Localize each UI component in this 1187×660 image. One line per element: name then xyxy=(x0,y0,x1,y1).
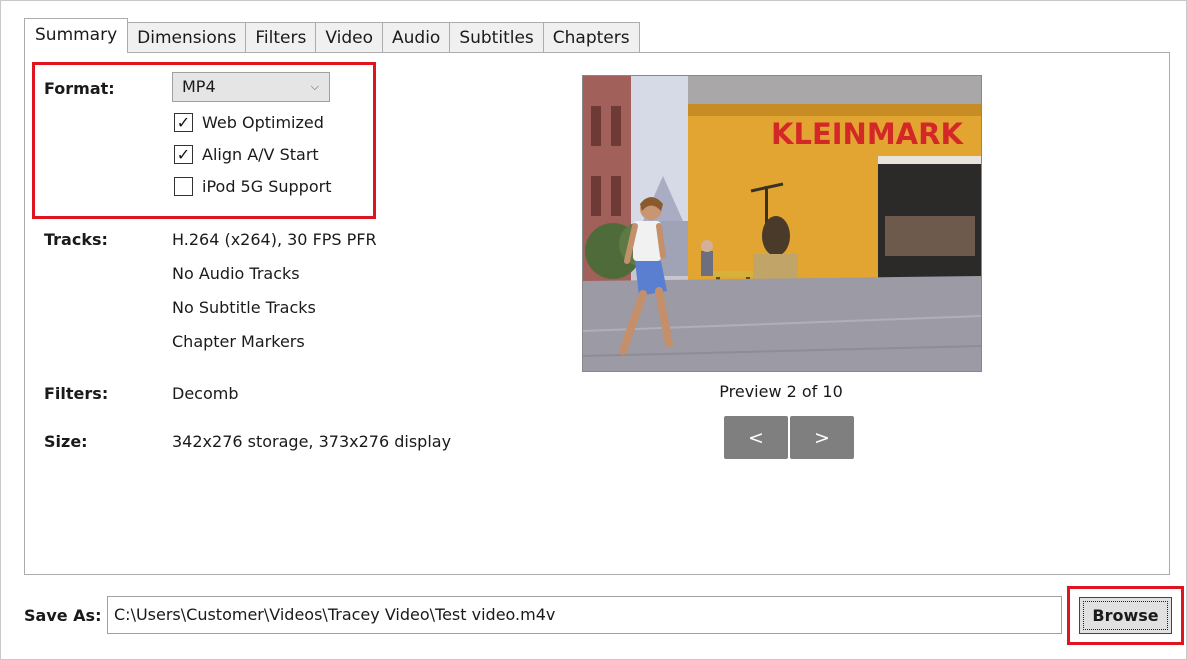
tab-filters[interactable]: Filters xyxy=(245,22,317,53)
align-av-option[interactable]: ✓ Align A/V Start xyxy=(174,145,319,164)
format-select-value: MP4 xyxy=(182,77,216,96)
kleinmark-sign: KLEINMARK xyxy=(771,117,964,151)
tab-strip: Summary Dimensions Filters Video Audio S… xyxy=(24,18,640,53)
tab-audio[interactable]: Audio xyxy=(382,22,451,53)
track-item: No Subtitle Tracks xyxy=(172,298,316,317)
align-av-checkbox[interactable]: ✓ xyxy=(174,145,193,164)
focus-ring xyxy=(1083,601,1168,630)
tab-subtitles[interactable]: Subtitles xyxy=(449,22,544,53)
filters-value: Decomb xyxy=(172,384,239,403)
tab-video[interactable]: Video xyxy=(315,22,383,53)
format-label: Format: xyxy=(44,79,115,98)
next-preview-button[interactable]: > xyxy=(790,416,854,459)
previous-preview-button[interactable]: < xyxy=(724,416,788,459)
track-item: H.264 (x264), 30 FPS PFR xyxy=(172,230,377,249)
tab-summary[interactable]: Summary xyxy=(24,18,129,53)
preview-caption: Preview 2 of 10 xyxy=(719,382,843,401)
align-av-label: Align A/V Start xyxy=(202,145,319,164)
filters-label: Filters: xyxy=(44,384,109,403)
tracks-label: Tracks: xyxy=(44,230,108,249)
track-item: Chapter Markers xyxy=(172,332,305,351)
ipod-option[interactable]: iPod 5G Support xyxy=(174,177,331,196)
browse-button[interactable]: Browse xyxy=(1079,597,1172,634)
tab-chapters[interactable]: Chapters xyxy=(542,22,640,53)
ipod-checkbox[interactable] xyxy=(174,177,193,196)
size-value: 342x276 storage, 373x276 display xyxy=(172,432,452,451)
track-item: No Audio Tracks xyxy=(172,264,300,283)
ipod-label: iPod 5G Support xyxy=(202,177,332,196)
save-as-label: Save As: xyxy=(24,606,102,625)
tab-dimensions[interactable]: Dimensions xyxy=(127,22,247,53)
web-optimized-checkbox[interactable]: ✓ xyxy=(174,113,193,132)
chevron-down-icon: ⌵ xyxy=(310,80,319,93)
web-optimized-label: Web Optimized xyxy=(202,113,324,132)
format-select[interactable]: MP4 ⌵ xyxy=(172,72,330,102)
size-label: Size: xyxy=(44,432,88,451)
preview-image: KLEINMARK xyxy=(582,75,982,372)
web-optimized-option[interactable]: ✓ Web Optimized xyxy=(174,113,324,132)
save-path-input[interactable]: C:\Users\Customer\Videos\Tracey Video\Te… xyxy=(107,596,1062,634)
